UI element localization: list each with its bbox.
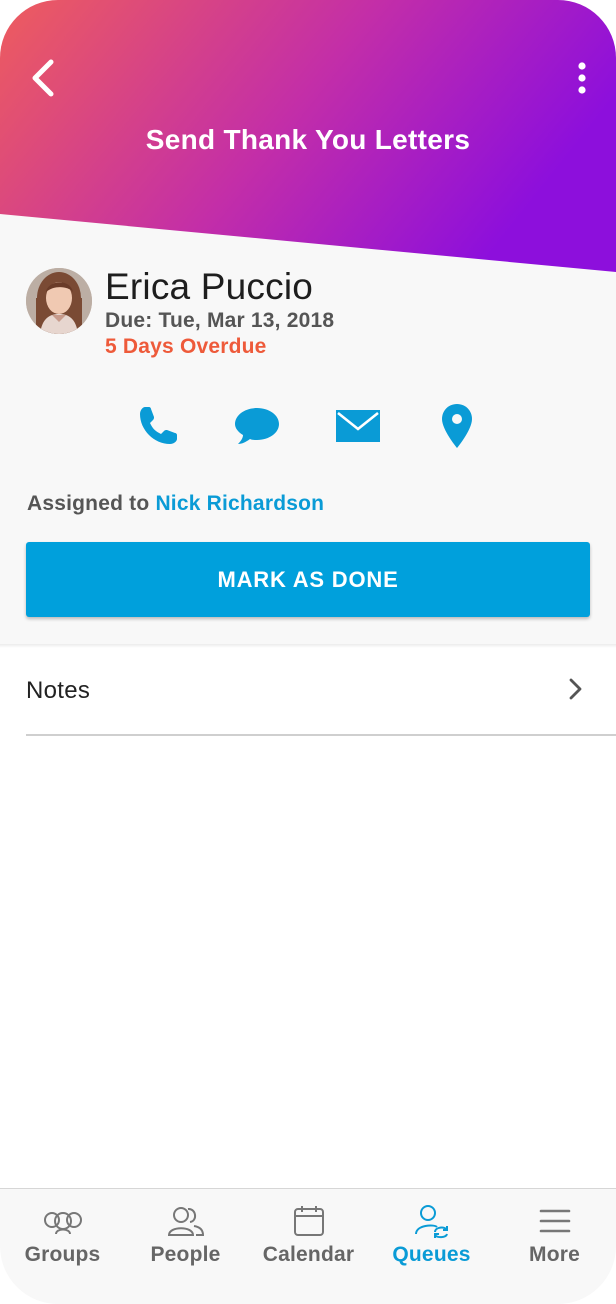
assignment: Assigned to Nick Richardson — [27, 492, 324, 516]
calendar-icon — [247, 1203, 370, 1239]
tab-people-label: People — [150, 1243, 221, 1266]
due-date: Due: Tue, Mar 13, 2018 — [105, 309, 335, 332]
hamburger-icon — [493, 1203, 616, 1239]
call-button[interactable] — [130, 400, 186, 456]
tab-queues-label: Queues — [392, 1243, 471, 1266]
person-summary: Erica Puccio Due: Tue, Mar 13, 2018 5 Da… — [26, 266, 334, 360]
location-pin-icon — [440, 403, 474, 454]
notes-row[interactable]: Notes — [26, 648, 616, 736]
email-button[interactable] — [330, 400, 386, 456]
mail-icon — [335, 408, 381, 449]
phone-icon — [136, 404, 180, 453]
chevron-right-icon — [568, 678, 582, 705]
assignee-link[interactable]: Nick Richardson — [155, 492, 324, 515]
mark-as-done-button[interactable]: MARK AS DONE — [26, 542, 590, 617]
notes-label: Notes — [26, 677, 91, 704]
directions-button[interactable] — [429, 400, 485, 456]
header: Send Thank You Letters — [0, 0, 616, 280]
tab-groups-label: Groups — [24, 1243, 101, 1266]
page-title: Send Thank You Letters — [145, 124, 471, 155]
tab-queues[interactable]: Queues — [370, 1189, 493, 1304]
app-screen: Send Thank You Letters Erica Puccio Due:… — [0, 0, 616, 1304]
tab-groups[interactable]: Groups — [1, 1189, 124, 1304]
person-info: Erica Puccio Due: Tue, Mar 13, 2018 5 Da… — [105, 266, 334, 360]
avatar-photo — [26, 268, 92, 334]
tab-more-label: More — [529, 1243, 580, 1266]
tab-calendar[interactable]: Calendar — [247, 1189, 370, 1304]
tab-calendar-label: Calendar — [262, 1243, 355, 1266]
groups-icon — [1, 1203, 124, 1239]
queues-icon — [370, 1203, 493, 1239]
back-button[interactable] — [18, 56, 66, 104]
tab-people[interactable]: People — [124, 1189, 247, 1304]
bottom-tab-bar: Groups People Calendar Queues More — [0, 1188, 616, 1304]
message-button[interactable] — [229, 400, 285, 456]
avatar[interactable] — [26, 268, 92, 334]
chat-bubble-icon — [233, 404, 281, 453]
kebab-menu-icon — [577, 61, 587, 99]
overflow-menu-button[interactable] — [564, 58, 600, 102]
person-name[interactable]: Erica Puccio — [105, 266, 334, 308]
tab-more[interactable]: More — [493, 1189, 616, 1304]
people-icon — [124, 1203, 247, 1239]
chevron-left-icon — [29, 58, 55, 103]
contact-actions — [0, 400, 616, 456]
overdue-badge: 5 Days Overdue — [105, 335, 267, 358]
assigned-label: Assigned to — [27, 492, 150, 515]
